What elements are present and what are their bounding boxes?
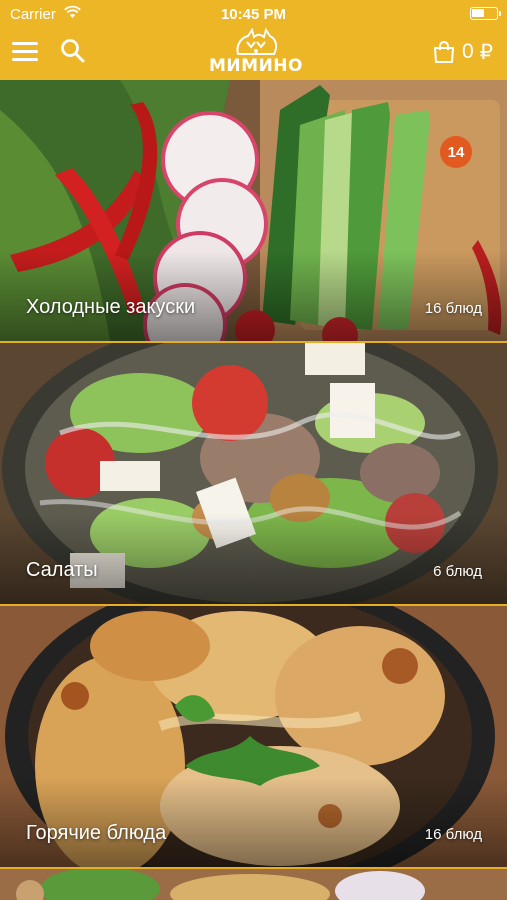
- category-card-next[interactable]: [0, 869, 507, 900]
- category-title: Горячие блюда: [26, 822, 167, 844]
- category-card-cold-appetizers[interactable]: 14 Холодные закуски 16 блюд: [0, 80, 507, 341]
- cart-count: 0: [461, 40, 474, 63]
- badge: 14: [440, 136, 472, 168]
- logo-emblem-icon: [236, 28, 278, 55]
- menu-icon-line: [12, 58, 38, 61]
- menu-icon-line: [12, 50, 38, 53]
- cart-button[interactable]: 0 ₽: [432, 38, 493, 66]
- nav-bar: МИМИНО 0 ₽: [0, 28, 507, 80]
- category-image: [0, 869, 507, 900]
- currency-symbol: ₽: [479, 40, 493, 64]
- status-bar: Carrier 10:45 PM: [0, 0, 507, 28]
- category-card-hot-dishes[interactable]: Горячие блюда 16 блюд: [0, 606, 507, 867]
- category-count: 16 блюд: [424, 826, 482, 843]
- menu-button[interactable]: [12, 40, 38, 62]
- category-title: Холодные закуски: [26, 296, 196, 318]
- logo-text: МИМИНО: [209, 56, 303, 76]
- cart-icon: [433, 41, 454, 63]
- search-icon: [61, 39, 85, 63]
- category-card-salads[interactable]: Салаты 6 блюд: [0, 343, 507, 604]
- category-list: 14 Холодные закуски 16 блюд Салаты 6 блю…: [0, 80, 507, 900]
- category-count: 16 блюд: [424, 300, 482, 317]
- top-bar: Carrier 10:45 PM МИМИНО 0 ₽: [0, 0, 507, 80]
- category-title: Салаты: [26, 559, 98, 581]
- battery-icon: [470, 7, 501, 20]
- category-count: 6 блюд: [433, 563, 482, 580]
- clock: 10:45 PM: [220, 6, 287, 23]
- brand-logo: МИМИНО: [208, 28, 304, 80]
- search-button[interactable]: [60, 38, 86, 64]
- menu-icon-line: [12, 42, 38, 45]
